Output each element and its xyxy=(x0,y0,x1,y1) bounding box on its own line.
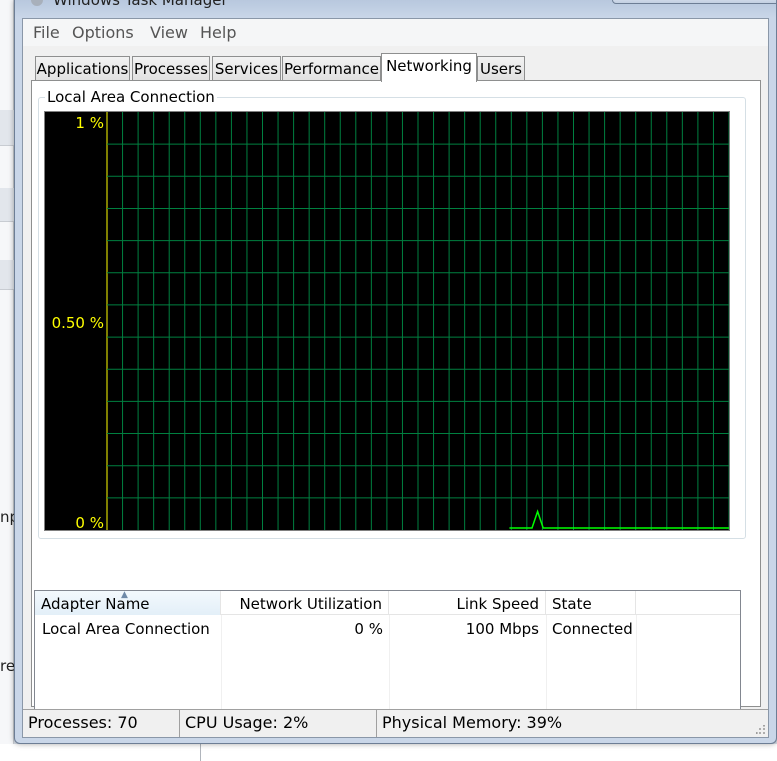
tab-applications[interactable]: Applications xyxy=(35,56,130,81)
column-state[interactable]: State xyxy=(546,591,636,615)
cell-link-speed: 100 Mbps xyxy=(465,620,539,638)
column-link-speed[interactable]: Link Speed xyxy=(389,591,546,615)
graph-group-label: Local Area Connection xyxy=(45,88,217,106)
column-network-utilization[interactable]: Network Utilization xyxy=(221,591,389,615)
menu-file[interactable]: File xyxy=(33,23,60,42)
adapter-list-header: ▲ Adapter Name Network Utilization Link … xyxy=(35,591,740,615)
sort-ascending-icon: ▲ xyxy=(121,591,128,600)
window-client-area: File Options View Help Applications Proc… xyxy=(22,18,769,738)
status-physical-memory: Physical Memory: 39% xyxy=(382,713,563,732)
task-manager-window: Windows Task Manager File Options View H… xyxy=(14,0,777,744)
task-manager-icon xyxy=(31,0,43,6)
title-bar[interactable]: Windows Task Manager xyxy=(15,0,776,18)
resize-grip-icon[interactable] xyxy=(756,725,766,735)
background-window-band xyxy=(0,188,14,222)
status-bar: Processes: 70 CPU Usage: 2% Physical Mem… xyxy=(23,709,768,737)
network-utilization-graph: 1 % 0.50 % 0 % xyxy=(44,111,730,532)
menu-options[interactable]: Options xyxy=(72,23,134,42)
tab-processes[interactable]: Processes xyxy=(132,56,210,81)
status-cpu-usage: CPU Usage: 2% xyxy=(180,710,377,737)
desktop-divider xyxy=(200,744,201,761)
column-adapter-name[interactable]: ▲ Adapter Name xyxy=(35,591,221,615)
tab-users[interactable]: Users xyxy=(477,56,525,81)
status-processes: Processes: 70 xyxy=(23,710,180,737)
menu-help[interactable]: Help xyxy=(200,23,236,42)
cell-network-utilization: 0 % xyxy=(354,620,383,638)
column-label: Adapter Name xyxy=(41,595,150,613)
networking-panel: Local Area Connection 1 % 0.50 % 0 % ▲ A… xyxy=(31,80,761,735)
menu-view[interactable]: View xyxy=(150,23,188,42)
tab-services[interactable]: Services xyxy=(212,56,281,81)
window-controls[interactable] xyxy=(612,0,776,4)
cell-adapter-name: Local Area Connection xyxy=(42,620,210,638)
cell-state: Connected xyxy=(552,620,633,638)
menu-bar: File Options View Help xyxy=(23,19,768,46)
background-window-band xyxy=(0,260,14,290)
graph-canvas xyxy=(106,112,729,530)
tab-performance[interactable]: Performance xyxy=(282,56,381,81)
desktop-bottom-strip xyxy=(0,744,777,761)
window-title: Windows Task Manager xyxy=(53,0,228,9)
background-text-fragment: re xyxy=(0,657,16,675)
background-window-band xyxy=(0,110,14,146)
tab-networking[interactable]: Networking xyxy=(381,53,477,82)
